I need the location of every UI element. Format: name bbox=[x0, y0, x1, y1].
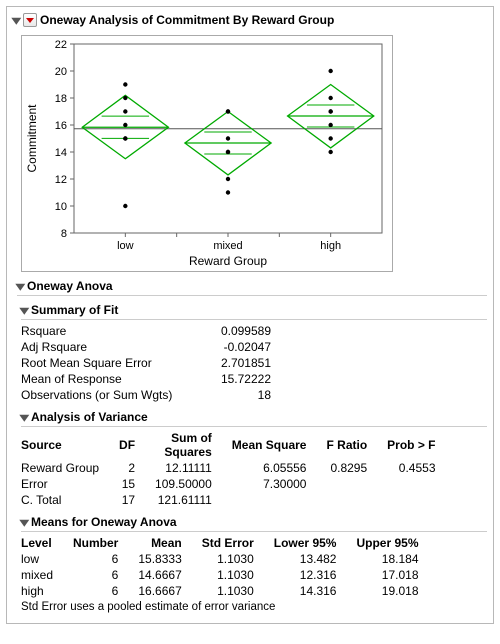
svg-text:16: 16 bbox=[55, 120, 67, 132]
summary-of-fit-header[interactable]: Summary of Fit bbox=[21, 302, 487, 320]
table-row: Rsquare0.099589 bbox=[21, 323, 281, 339]
report-title-bar[interactable]: Oneway Analysis of Commitment By Reward … bbox=[13, 11, 487, 31]
svg-text:mixed: mixed bbox=[213, 240, 242, 252]
table-row: Observations (or Sum Wgts)18 bbox=[21, 387, 281, 403]
report-title: Oneway Analysis of Commitment By Reward … bbox=[40, 13, 334, 27]
table-row: Error15109.500007.30000 bbox=[21, 476, 446, 492]
svg-text:8: 8 bbox=[61, 228, 67, 240]
oneway-plot[interactable]: 8 10 12 14 16 18 20 22 Commitment low mixed high Rew… bbox=[21, 35, 393, 272]
table-row: C. Total17121.61111 bbox=[21, 492, 446, 508]
svg-text:22: 22 bbox=[55, 39, 67, 51]
summary-of-fit-section: Summary of Fit Rsquare0.099589Adj Rsquar… bbox=[21, 302, 487, 403]
table-row: high616.66671.103014.31619.018 bbox=[21, 583, 429, 599]
summary-of-fit-table: Rsquare0.099589Adj Rsquare-0.02047Root M… bbox=[21, 323, 281, 403]
means-header[interactable]: Means for Oneway Anova bbox=[21, 514, 487, 532]
oneway-anova-section: Oneway Anova Summary of Fit Rsquare0.099… bbox=[17, 278, 487, 613]
svg-text:high: high bbox=[320, 240, 341, 252]
hotspot-menu-icon[interactable] bbox=[23, 13, 37, 27]
svg-text:14: 14 bbox=[55, 147, 67, 159]
table-row: Mean of Response15.72222 bbox=[21, 371, 281, 387]
means-note: Std Error uses a pooled estimate of erro… bbox=[21, 601, 487, 613]
svg-text:Reward Group: Reward Group bbox=[189, 254, 267, 268]
means-table: LevelNumberMeanStd ErrorLower 95%Upper 9… bbox=[21, 535, 429, 599]
table-row: Reward Group212.111116.055560.82950.4553 bbox=[21, 460, 446, 476]
svg-text:20: 20 bbox=[55, 66, 67, 78]
disclosure-icon[interactable] bbox=[19, 308, 29, 315]
svg-text:12: 12 bbox=[55, 174, 67, 186]
svg-text:10: 10 bbox=[55, 201, 67, 213]
svg-text:low: low bbox=[117, 240, 134, 252]
oneway-anova-header[interactable]: Oneway Anova bbox=[17, 278, 487, 296]
means-section: Means for Oneway Anova LevelNumberMeanSt… bbox=[21, 514, 487, 613]
svg-text:18: 18 bbox=[55, 93, 67, 105]
report-outline: Oneway Analysis of Commitment By Reward … bbox=[6, 6, 494, 624]
table-row: low615.83331.103013.48218.184 bbox=[21, 551, 429, 567]
svg-text:Commitment: Commitment bbox=[25, 104, 39, 173]
analysis-of-variance-table: SourceDFSum ofMean SquareF RatioProb > F… bbox=[21, 430, 446, 508]
table-row: Root Mean Square Error2.701851 bbox=[21, 355, 281, 371]
disclosure-icon[interactable] bbox=[15, 284, 25, 291]
analysis-of-variance-section: Analysis of Variance SourceDFSum ofMean … bbox=[21, 409, 487, 508]
table-row: mixed614.66671.103012.31617.018 bbox=[21, 567, 429, 583]
disclosure-icon[interactable] bbox=[19, 520, 29, 527]
disclosure-icon[interactable] bbox=[19, 415, 29, 422]
table-row: Adj Rsquare-0.02047 bbox=[21, 339, 281, 355]
disclosure-icon[interactable] bbox=[11, 18, 21, 25]
analysis-of-variance-header[interactable]: Analysis of Variance bbox=[21, 409, 487, 427]
